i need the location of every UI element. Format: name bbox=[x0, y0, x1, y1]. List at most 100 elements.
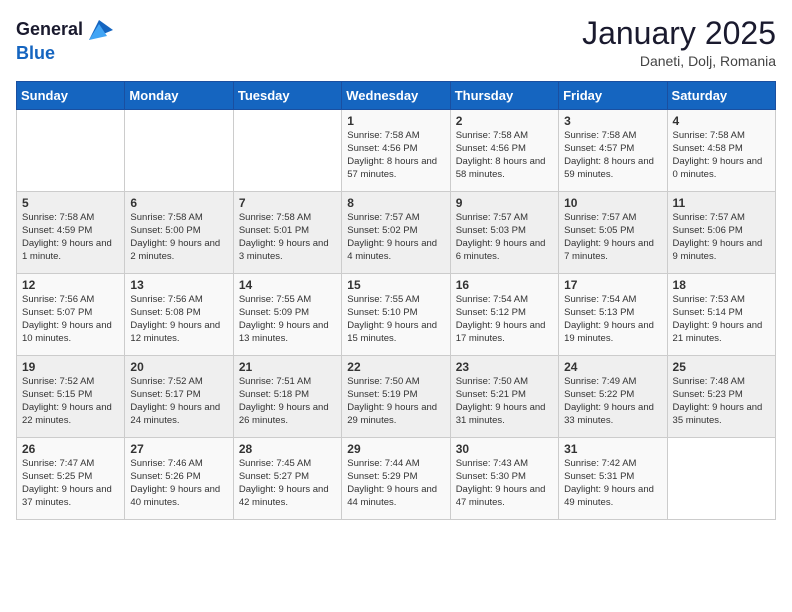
weekday-header-friday: Friday bbox=[559, 82, 667, 110]
weekday-header-wednesday: Wednesday bbox=[342, 82, 450, 110]
calendar-table: SundayMondayTuesdayWednesdayThursdayFrid… bbox=[16, 81, 776, 520]
calendar-cell: 30Sunrise: 7:43 AMSunset: 5:30 PMDayligh… bbox=[450, 438, 558, 520]
day-number: 2 bbox=[456, 114, 553, 128]
day-number: 15 bbox=[347, 278, 444, 292]
weekday-header-monday: Monday bbox=[125, 82, 233, 110]
day-number: 11 bbox=[673, 196, 770, 210]
calendar-cell: 9 Sunrise: 7:57 AMSunset: 5:03 PMDaylight… bbox=[450, 192, 558, 274]
day-number: 26 bbox=[22, 442, 119, 456]
weekday-header-saturday: Saturday bbox=[667, 82, 775, 110]
cell-text: Sunrise: 7:58 AMSunset: 4:58 PMDaylight:… bbox=[673, 130, 770, 181]
day-number: 29 bbox=[347, 442, 444, 456]
location: Daneti, Dolj, Romania bbox=[582, 53, 776, 69]
cell-text: Sunrise: 7:56 AMSunset: 5:07 PMDaylight:… bbox=[22, 294, 119, 345]
cell-text: Sunrise: 7:46 AMSunset: 5:26 PMDaylight:… bbox=[130, 458, 227, 509]
calendar-cell bbox=[125, 110, 233, 192]
calendar-cell: 4 Sunrise: 7:58 AMSunset: 4:58 PMDaylight… bbox=[667, 110, 775, 192]
calendar-cell: 23 Sunrise: 7:50 AMSunset: 5:21 PMDayligh… bbox=[450, 356, 558, 438]
calendar-cell bbox=[17, 110, 125, 192]
weekday-header-row: SundayMondayTuesdayWednesdayThursdayFrid… bbox=[17, 82, 776, 110]
calendar-cell: 1 Sunrise: 7:58 AMSunset: 4:56 PMDaylight… bbox=[342, 110, 450, 192]
day-number: 12 bbox=[22, 278, 119, 292]
page-header: General Blue January 2025 Daneti, Dolj, … bbox=[16, 16, 776, 69]
day-number: 21 bbox=[239, 360, 336, 374]
cell-text: Sunrise: 7:54 AMSunset: 5:12 PMDaylight:… bbox=[456, 294, 553, 345]
cell-text: Sunrise: 7:58 AMSunset: 5:00 PMDaylight:… bbox=[130, 212, 227, 263]
week-row-3: 12 Sunrise: 7:56 AMSunset: 5:07 PMDayligh… bbox=[17, 274, 776, 356]
weekday-header-sunday: Sunday bbox=[17, 82, 125, 110]
calendar-cell: 10Sunrise: 7:57 AMSunset: 5:05 PMDayligh… bbox=[559, 192, 667, 274]
calendar-cell: 3Sunrise: 7:58 AMSunset: 4:57 PMDaylight… bbox=[559, 110, 667, 192]
cell-text: Sunrise: 7:57 AMSunset: 5:06 PMDaylight:… bbox=[673, 212, 770, 263]
day-number: 30 bbox=[456, 442, 553, 456]
cell-text: Sunrise: 7:52 AMSunset: 5:17 PMDaylight:… bbox=[130, 376, 227, 427]
cell-text: Sunrise: 7:50 AMSunset: 5:19 PMDaylight:… bbox=[347, 376, 444, 427]
day-number: 23 bbox=[456, 360, 553, 374]
cell-text: Sunrise: 7:52 AMSunset: 5:15 PMDaylight:… bbox=[22, 376, 119, 427]
day-number: 20 bbox=[130, 360, 227, 374]
week-row-4: 19 Sunrise: 7:52 AMSunset: 5:15 PMDayligh… bbox=[17, 356, 776, 438]
day-number: 8 bbox=[347, 196, 444, 210]
calendar-cell: 28Sunrise: 7:45 AMSunset: 5:27 PMDayligh… bbox=[233, 438, 341, 520]
calendar-cell: 27Sunrise: 7:46 AMSunset: 5:26 PMDayligh… bbox=[125, 438, 233, 520]
cell-text: Sunrise: 7:58 AMSunset: 4:56 PMDaylight:… bbox=[456, 130, 553, 181]
weekday-header-thursday: Thursday bbox=[450, 82, 558, 110]
calendar-cell: 7 Sunrise: 7:58 AMSunset: 5:01 PMDaylight… bbox=[233, 192, 341, 274]
cell-text: Sunrise: 7:44 AMSunset: 5:29 PMDaylight:… bbox=[347, 458, 444, 509]
day-number: 14 bbox=[239, 278, 336, 292]
calendar-cell bbox=[667, 438, 775, 520]
month-title: January 2025 bbox=[582, 16, 776, 51]
day-number: 7 bbox=[239, 196, 336, 210]
calendar-cell: 19 Sunrise: 7:52 AMSunset: 5:15 PMDayligh… bbox=[17, 356, 125, 438]
calendar-cell: 13Sunrise: 7:56 AMSunset: 5:08 PMDayligh… bbox=[125, 274, 233, 356]
cell-text: Sunrise: 7:58 AMSunset: 4:56 PMDaylight:… bbox=[347, 130, 444, 181]
cell-text: Sunrise: 7:48 AMSunset: 5:23 PMDaylight:… bbox=[673, 376, 770, 427]
day-number: 17 bbox=[564, 278, 661, 292]
calendar-cell: 15Sunrise: 7:55 AMSunset: 5:10 PMDayligh… bbox=[342, 274, 450, 356]
calendar-cell: 11 Sunrise: 7:57 AMSunset: 5:06 PMDayligh… bbox=[667, 192, 775, 274]
cell-text: Sunrise: 7:45 AMSunset: 5:27 PMDaylight:… bbox=[239, 458, 336, 509]
calendar-cell bbox=[233, 110, 341, 192]
logo-general: General bbox=[16, 20, 83, 40]
day-number: 16 bbox=[456, 278, 553, 292]
week-row-5: 26 Sunrise: 7:47 AMSunset: 5:25 PMDayligh… bbox=[17, 438, 776, 520]
day-number: 4 bbox=[673, 114, 770, 128]
calendar-cell: 22 Sunrise: 7:50 AMSunset: 5:19 PMDayligh… bbox=[342, 356, 450, 438]
cell-text: Sunrise: 7:50 AMSunset: 5:21 PMDaylight:… bbox=[456, 376, 553, 427]
day-number: 5 bbox=[22, 196, 119, 210]
weekday-header-tuesday: Tuesday bbox=[233, 82, 341, 110]
cell-text: Sunrise: 7:58 AMSunset: 5:01 PMDaylight:… bbox=[239, 212, 336, 263]
day-number: 25 bbox=[673, 360, 770, 374]
calendar-cell: 18Sunrise: 7:53 AMSunset: 5:14 PMDayligh… bbox=[667, 274, 775, 356]
cell-text: Sunrise: 7:47 AMSunset: 5:25 PMDaylight:… bbox=[22, 458, 119, 509]
calendar-cell: 12 Sunrise: 7:56 AMSunset: 5:07 PMDayligh… bbox=[17, 274, 125, 356]
day-number: 31 bbox=[564, 442, 661, 456]
logo: General Blue bbox=[16, 16, 113, 64]
cell-text: Sunrise: 7:42 AMSunset: 5:31 PMDaylight:… bbox=[564, 458, 661, 509]
day-number: 10 bbox=[564, 196, 661, 210]
calendar-cell: 14Sunrise: 7:55 AMSunset: 5:09 PMDayligh… bbox=[233, 274, 341, 356]
cell-text: Sunrise: 7:49 AMSunset: 5:22 PMDaylight:… bbox=[564, 376, 661, 427]
week-row-2: 5 Sunrise: 7:58 AMSunset: 4:59 PMDaylight… bbox=[17, 192, 776, 274]
day-number: 3 bbox=[564, 114, 661, 128]
cell-text: Sunrise: 7:58 AMSunset: 4:59 PMDaylight:… bbox=[22, 212, 119, 263]
cell-text: Sunrise: 7:56 AMSunset: 5:08 PMDaylight:… bbox=[130, 294, 227, 345]
day-number: 9 bbox=[456, 196, 553, 210]
calendar-cell: 21Sunrise: 7:51 AMSunset: 5:18 PMDayligh… bbox=[233, 356, 341, 438]
cell-text: Sunrise: 7:57 AMSunset: 5:02 PMDaylight:… bbox=[347, 212, 444, 263]
calendar-cell: 16 Sunrise: 7:54 AMSunset: 5:12 PMDayligh… bbox=[450, 274, 558, 356]
calendar-cell: 5 Sunrise: 7:58 AMSunset: 4:59 PMDaylight… bbox=[17, 192, 125, 274]
calendar-cell: 31 Sunrise: 7:42 AMSunset: 5:31 PMDayligh… bbox=[559, 438, 667, 520]
day-number: 19 bbox=[22, 360, 119, 374]
calendar-cell: 17 Sunrise: 7:54 AMSunset: 5:13 PMDayligh… bbox=[559, 274, 667, 356]
calendar-cell: 8 Sunrise: 7:57 AMSunset: 5:02 PMDaylight… bbox=[342, 192, 450, 274]
day-number: 18 bbox=[673, 278, 770, 292]
calendar-cell: 25 Sunrise: 7:48 AMSunset: 5:23 PMDayligh… bbox=[667, 356, 775, 438]
week-row-1: 1 Sunrise: 7:58 AMSunset: 4:56 PMDaylight… bbox=[17, 110, 776, 192]
day-number: 1 bbox=[347, 114, 444, 128]
calendar-cell: 6Sunrise: 7:58 AMSunset: 5:00 PMDaylight… bbox=[125, 192, 233, 274]
cell-text: Sunrise: 7:54 AMSunset: 5:13 PMDaylight:… bbox=[564, 294, 661, 345]
cell-text: Sunrise: 7:57 AMSunset: 5:03 PMDaylight:… bbox=[456, 212, 553, 263]
calendar-cell: 2 Sunrise: 7:58 AMSunset: 4:56 PMDaylight… bbox=[450, 110, 558, 192]
day-number: 22 bbox=[347, 360, 444, 374]
